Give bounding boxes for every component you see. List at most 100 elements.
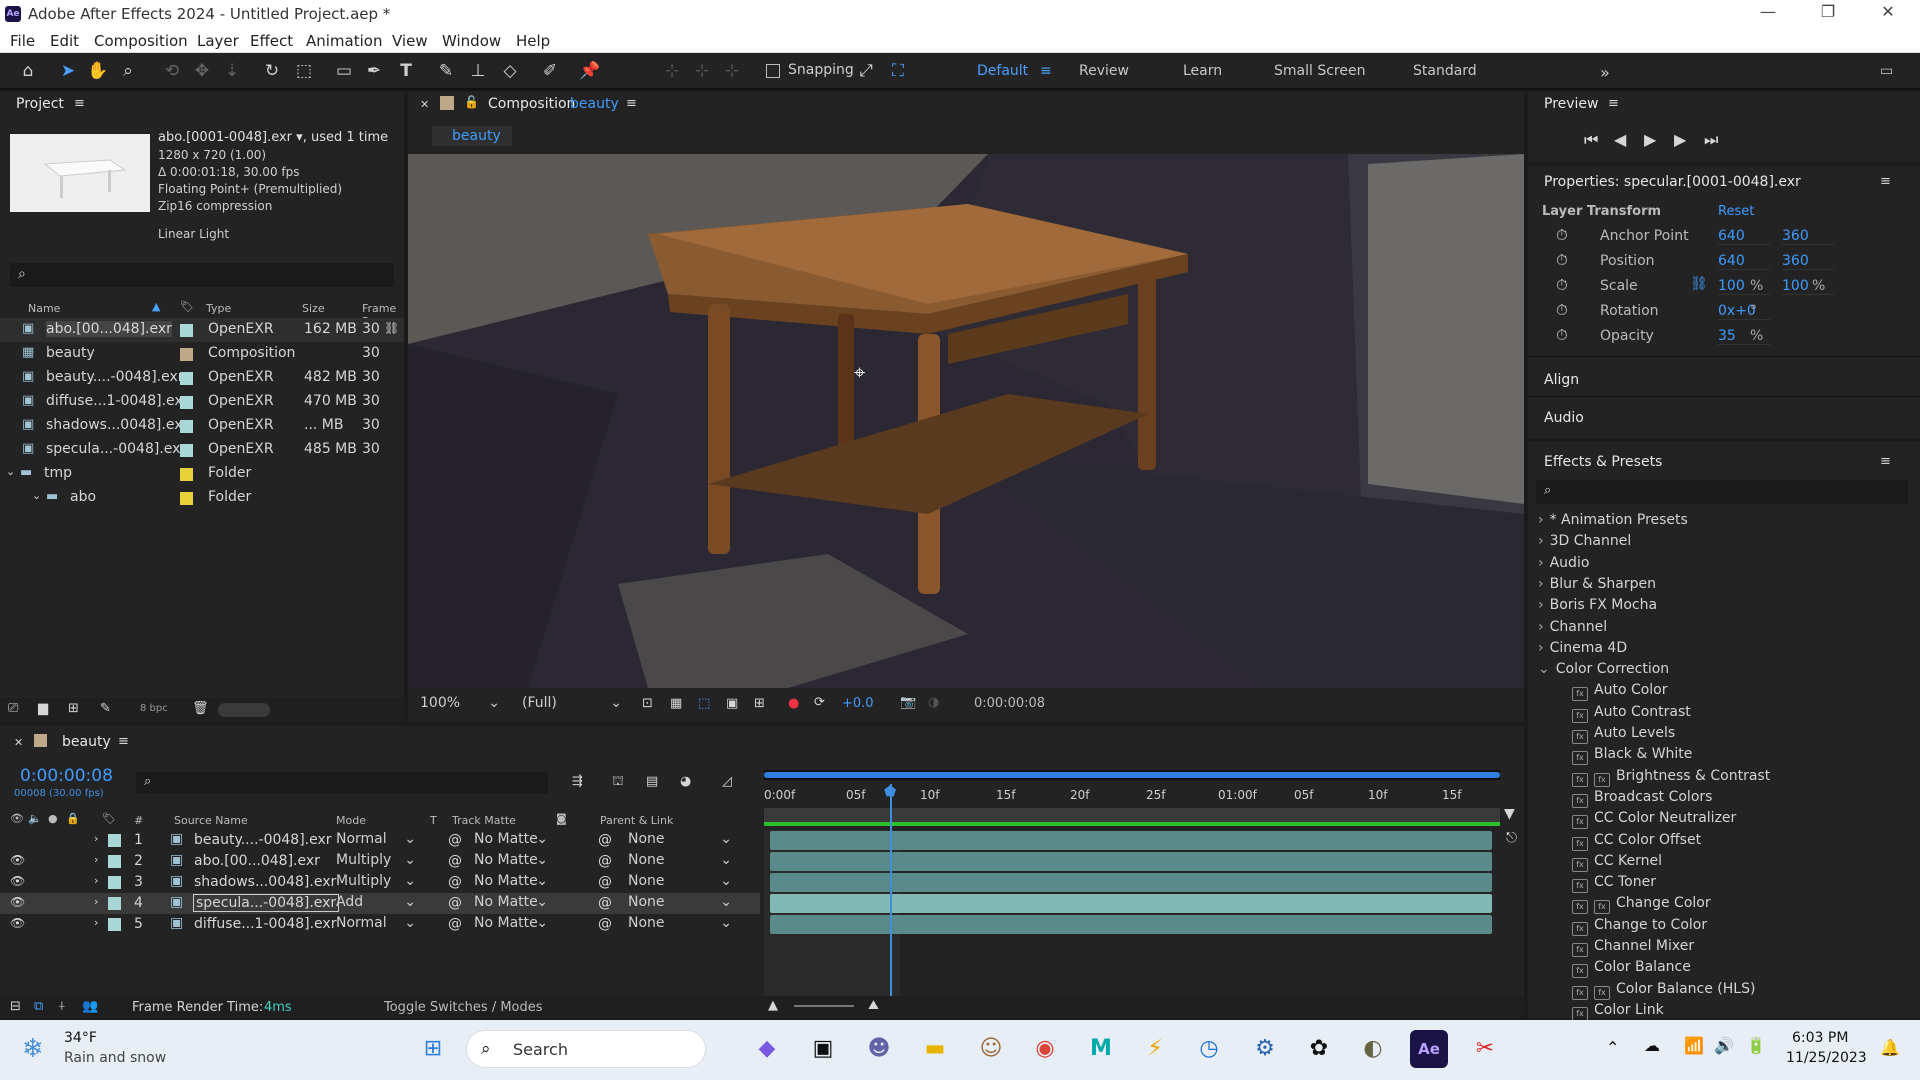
dolly-camera-icon[interactable]: ⇣: [220, 59, 244, 83]
pan-behind-icon[interactable]: ⬚: [292, 59, 316, 83]
layer-duration-bar[interactable]: [770, 915, 1492, 934]
effects-menu-icon[interactable]: ≡: [1880, 454, 1891, 469]
playhead-icon[interactable]: ⬟: [884, 784, 898, 800]
settings-gear-icon[interactable]: ⚙: [1246, 1030, 1284, 1068]
weather-condition[interactable]: Rain and snow: [64, 1050, 166, 1066]
property-value-2[interactable]: 360: [1782, 253, 1834, 270]
wifi-icon[interactable]: 📶: [1684, 1036, 1704, 1055]
timeline-menu-icon[interactable]: ≡: [118, 734, 129, 749]
effect-item[interactable]: fx CC Kernel: [1572, 853, 1662, 872]
pickwhip-icon[interactable]: @: [448, 853, 462, 869]
effect-item[interactable]: fx CC Toner: [1572, 874, 1656, 894]
comp-tab[interactable]: beauty: [432, 126, 512, 146]
workspace-review[interactable]: Review: [1079, 63, 1129, 79]
selection-tool-icon[interactable]: ➤: [56, 59, 80, 83]
motion-blur-icon[interactable]: ◕: [680, 774, 691, 789]
workspace-learn[interactable]: Learn: [1183, 63, 1222, 79]
layer-switches-pane-icon[interactable]: ⊟: [10, 999, 21, 1014]
effect-item[interactable]: fx Auto Color: [1572, 682, 1668, 702]
layer-name[interactable]: specula...-0048].exr: [192, 894, 340, 912]
close-icon[interactable]: ✕: [1868, 2, 1908, 26]
comp-marker-bin-icon[interactable]: ▼: [1504, 806, 1515, 822]
photo-app-icon[interactable]: ◐: [1354, 1030, 1392, 1068]
snapshot-camera-icon[interactable]: 📷: [900, 695, 916, 710]
workspace-default[interactable]: Default: [977, 63, 1028, 79]
workspace-small-screen[interactable]: Small Screen: [1274, 63, 1365, 79]
time-ruler[interactable]: 0:00f 05f 10f 15f 20f 25f 01:00f 05f 10f 15f: [764, 782, 1500, 806]
current-time[interactable]: 0:00:00:08: [20, 766, 113, 786]
stopwatch-icon[interactable]: ⏱: [1556, 326, 1568, 344]
project-item[interactable]: ▣ diffuse...1-0048].exr OpenEXR 470 MB 30: [0, 390, 404, 414]
timeline-zoom-slider[interactable]: [794, 1005, 854, 1007]
weather-temperature[interactable]: 34°F: [64, 1030, 97, 1046]
effect-item[interactable]: fx fx Change Color: [1572, 895, 1711, 915]
pan-camera-icon[interactable]: ✥: [190, 59, 214, 83]
layer-name[interactable]: shadows...0048].exr: [194, 874, 336, 890]
property-value-1[interactable]: 0x+0: [1718, 303, 1770, 320]
blend-mode-dropdown[interactable]: Normal ⌄: [336, 831, 418, 851]
previous-frame-icon[interactable]: ◀: [1614, 130, 1626, 149]
preview-menu-icon[interactable]: ≡: [1608, 96, 1619, 111]
parent-pickwhip-icon[interactable]: @: [598, 874, 612, 890]
close-timeline-icon[interactable]: ✕: [14, 736, 23, 749]
project-item[interactable]: ▣ specula...-0048].exr OpenEXR 485 MB 30: [0, 438, 404, 462]
eraser-tool-icon[interactable]: ◇: [498, 59, 522, 83]
label-color-swatch[interactable]: [180, 324, 193, 337]
effect-category[interactable]: › Cinema 4D: [1538, 640, 1627, 656]
constrain-proportions-icon[interactable]: ⛓: [1690, 276, 1708, 292]
property-value-2[interactable]: 360: [1782, 228, 1834, 245]
label-color-swatch[interactable]: [180, 468, 193, 481]
brush-tool-icon[interactable]: ✎: [434, 59, 458, 83]
parent-pickwhip-icon[interactable]: @: [598, 895, 612, 911]
last-frame-icon[interactable]: ⏭: [1704, 130, 1718, 150]
property-value-1[interactable]: 640: [1718, 253, 1770, 270]
stopwatch-icon[interactable]: ⏱: [1556, 226, 1568, 244]
lock-switch-icon[interactable]: 🔒: [66, 812, 80, 825]
menu-window[interactable]: Window: [442, 32, 501, 50]
pickwhip-icon[interactable]: @: [448, 895, 462, 911]
effect-item[interactable]: fx Change to Color: [1572, 917, 1707, 936]
magnification-dropdown[interactable]: 100% ⌄: [420, 695, 504, 715]
track-matte-dropdown[interactable]: No Matte ⌄: [474, 852, 550, 872]
layer-duration-bar[interactable]: [770, 873, 1492, 892]
clock-time[interactable]: 6:03 PM: [1792, 1030, 1848, 1046]
zoom-in-icon[interactable]: ⛰: [868, 998, 879, 1013]
toggle-switches-modes-button[interactable]: Toggle Switches / Modes: [384, 1000, 543, 1015]
stopwatch-icon[interactable]: ⏱: [1556, 301, 1568, 319]
orbit-camera-icon[interactable]: ⟲: [160, 59, 184, 83]
pickwhip-icon[interactable]: @: [448, 832, 462, 848]
track-matte-dropdown[interactable]: No Matte ⌄: [474, 915, 550, 935]
transform-reset-button[interactable]: Reset: [1718, 204, 1754, 219]
chevron-down-icon[interactable]: ⌄: [32, 489, 41, 502]
chevron-right-icon[interactable]: ›: [94, 853, 98, 866]
resolution-dropdown[interactable]: (Full) ⌄: [522, 695, 626, 715]
effect-category[interactable]: ⌄ Color Correction: [1538, 661, 1669, 677]
snap-features-icon[interactable]: ⛶: [886, 59, 910, 83]
puppet-pin-icon[interactable]: 📌: [578, 59, 602, 83]
property-value-1[interactable]: 640: [1718, 228, 1770, 245]
label-color-swatch[interactable]: [108, 855, 121, 868]
stopwatch-icon[interactable]: ⏱: [1556, 251, 1568, 269]
project-item[interactable]: ▣ beauty....-0048].exr OpenEXR 482 MB 30: [0, 366, 404, 390]
teams-chat-icon[interactable]: ☻: [860, 1030, 898, 1068]
blend-mode-dropdown[interactable]: Normal ⌄: [336, 915, 418, 935]
menu-edit[interactable]: Edit: [50, 32, 79, 50]
eye-visibility-icon[interactable]: 👁: [10, 874, 25, 888]
davinci-resolve-icon[interactable]: ✿: [1300, 1030, 1338, 1068]
weather-icon[interactable]: ❄: [22, 1034, 44, 1064]
composition-name[interactable]: beauty: [570, 96, 619, 112]
parent-dropdown[interactable]: None ⌄: [628, 852, 734, 872]
workspace-menu-icon[interactable]: ≡: [1040, 63, 1052, 79]
frame-blending-icon[interactable]: ▤: [646, 774, 658, 789]
layer-row[interactable]: › 1 ▣ beauty....-0048].exr Normal ⌄ @ No Matte ⌄…: [0, 830, 760, 851]
audio-switch-icon[interactable]: 🔈: [28, 812, 42, 825]
notification-bell-icon[interactable]: 🔔: [1880, 1038, 1900, 1057]
project-item[interactable]: ▣ shadows...0048].exr OpenEXR ... MB 30: [0, 414, 404, 438]
effect-category[interactable]: › * Animation Presets: [1538, 512, 1688, 528]
close-panel-icon[interactable]: ✕: [420, 98, 429, 111]
render-time-pane-icon[interactable]: 👥: [82, 999, 98, 1014]
effect-category[interactable]: › Audio: [1538, 555, 1589, 571]
in-out-pane-icon[interactable]: ⍭: [58, 999, 66, 1014]
panel-menu-icon[interactable]: ≡: [74, 96, 85, 111]
effect-item[interactable]: fx Black & White: [1572, 746, 1692, 766]
